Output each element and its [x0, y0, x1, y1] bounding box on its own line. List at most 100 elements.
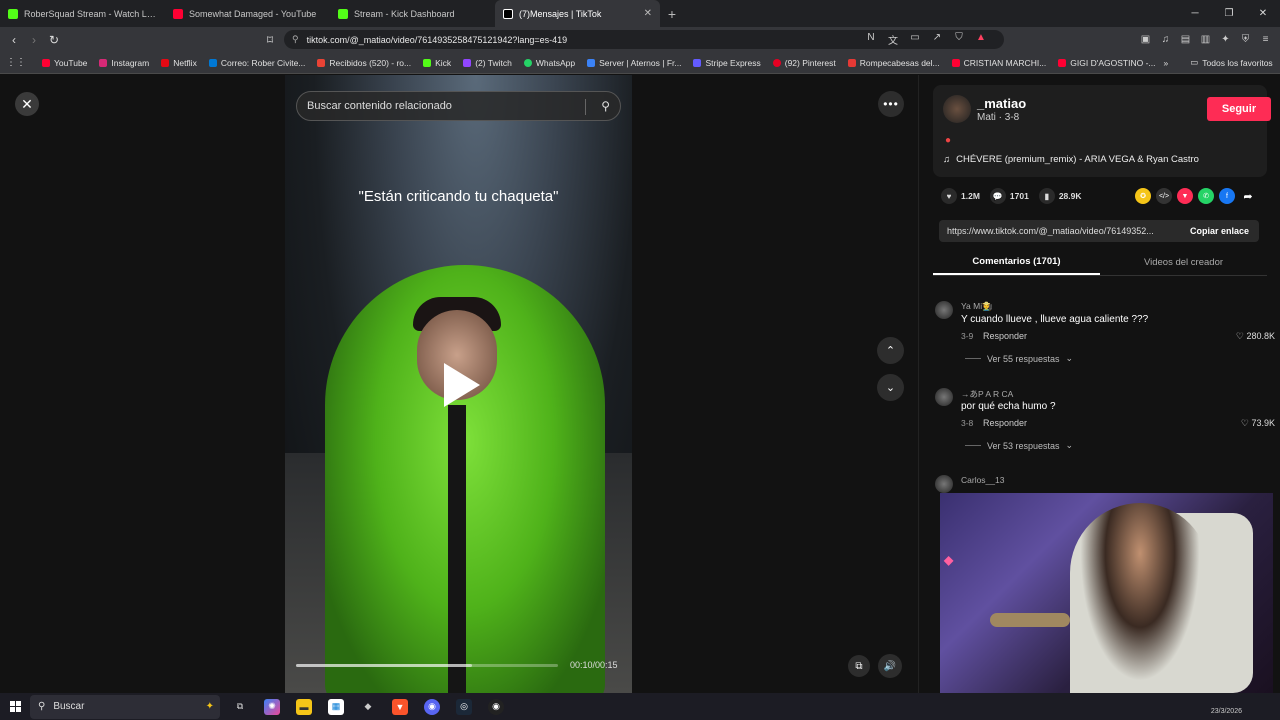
likes-count: 1.2M: [961, 191, 980, 201]
new-tab-button[interactable]: +: [660, 0, 684, 27]
share-icon[interactable]: ↗: [930, 32, 944, 47]
file-explorer-icon[interactable]: ▬: [296, 698, 312, 715]
bookmark-item[interactable]: WhatsApp: [520, 58, 579, 68]
reply-button[interactable]: Responder: [983, 418, 1027, 428]
avatar[interactable]: [943, 95, 971, 123]
back-button[interactable]: ‹: [4, 33, 24, 47]
translate-icon[interactable]: 文: [886, 32, 900, 47]
minimize-button[interactable]: ─: [1178, 0, 1212, 27]
overflow-chevron-icon[interactable]: »: [1164, 58, 1169, 68]
bookmark-item[interactable]: Netflix: [157, 58, 201, 68]
music-note-icon: ♫: [943, 154, 951, 165]
tab-creator-videos[interactable]: Videos del creador: [1100, 250, 1267, 275]
like-stat[interactable]: ♥ 1.2M: [941, 188, 980, 204]
store-icon[interactable]: ▦: [328, 698, 344, 715]
bookmark-item[interactable]: YouTube: [38, 58, 91, 68]
task-view-icon[interactable]: ⧉: [232, 699, 248, 715]
embed-icon[interactable]: </>: [1156, 188, 1172, 204]
close-window-button[interactable]: ✕: [1246, 0, 1280, 27]
bookmark-icon[interactable]: ⌑: [260, 33, 280, 47]
comment-date: 3-8: [961, 418, 974, 428]
browser-tab[interactable]: Stream - Kick Dashboard: [330, 0, 495, 27]
bookmark-item[interactable]: (92) Pinterest: [769, 58, 840, 68]
repost-icon[interactable]: ▼: [1177, 188, 1193, 204]
bookmark-label: CRISTIAN MARCHI...: [963, 57, 1047, 68]
bookmark-item[interactable]: (2) Twitch: [459, 58, 516, 68]
video-link[interactable]: https://www.tiktok.com/@_matiao/video/76…: [939, 226, 1169, 236]
bookmark-item[interactable]: Stripe Express: [689, 58, 764, 68]
comment-likes[interactable]: ♡ 73.9K: [1241, 418, 1275, 429]
browser-tab[interactable]: RoberSquad Stream - Watch Live: [0, 0, 165, 27]
all-favorites[interactable]: » ▭ Todos los favoritos: [1164, 57, 1280, 68]
browser-tab-active[interactable]: (7)Mensajes | TikTok ✕: [495, 0, 660, 27]
site-info-icon[interactable]: ⚲: [292, 34, 299, 45]
reload-button[interactable]: ↻: [44, 33, 64, 47]
picture-in-picture-button[interactable]: ⧉: [848, 655, 870, 677]
rewards-icon[interactable]: ▲: [974, 32, 988, 47]
avatar[interactable]: [935, 388, 953, 406]
copilot-icon[interactable]: ✺: [264, 698, 280, 715]
obs-icon[interactable]: ◉: [488, 698, 504, 715]
brave-browser-icon[interactable]: ▼: [392, 698, 408, 715]
apps-grid-icon[interactable]: ⋮⋮: [6, 57, 26, 68]
reply-button[interactable]: Responder: [983, 331, 1027, 341]
comment-stat[interactable]: 💬 1701: [989, 188, 1029, 204]
wallet-icon[interactable]: ▥: [1199, 34, 1212, 45]
tab-comments[interactable]: Comentarios (1701): [933, 250, 1100, 275]
close-tab-icon[interactable]: ✕: [644, 8, 652, 19]
bookmark-item[interactable]: Instagram: [95, 58, 153, 68]
bookmark-item[interactable]: Rompecabesas del...: [844, 58, 944, 68]
discord-icon[interactable]: ◉: [424, 698, 440, 715]
copy-link-button[interactable]: Copiar enlace: [1190, 226, 1259, 236]
taskbar-search[interactable]: ⚲ Buscar ✦: [30, 694, 220, 719]
previous-video-button[interactable]: ⌃: [877, 337, 904, 364]
bookmark-item[interactable]: CRISTIAN MARCHI...: [948, 58, 1051, 68]
bookmark-item[interactable]: GIGI D'AGOSTINO -...: [1054, 58, 1159, 68]
extensions-icon[interactable]: ✦: [1219, 34, 1232, 45]
comment-username[interactable]: Carlos__13: [961, 475, 1004, 485]
bookmark-item[interactable]: Recibidos (520) - ro...: [313, 58, 415, 68]
avatar[interactable]: [935, 301, 953, 319]
save-stat[interactable]: ▮ 28.9K: [1038, 188, 1082, 204]
bookmark-item[interactable]: Correo: Rober Civite...: [205, 58, 310, 68]
more-options-button[interactable]: •••: [878, 91, 904, 117]
start-button[interactable]: [0, 701, 30, 712]
app-icon[interactable]: ◆: [360, 699, 376, 715]
forward-button[interactable]: ›: [24, 33, 44, 47]
follow-button[interactable]: Seguir: [1207, 97, 1271, 121]
sidebar-icon[interactable]: ▣: [1139, 34, 1152, 45]
view-replies[interactable]: Ver 55 respuestas ⌄: [965, 353, 1073, 364]
view-replies[interactable]: Ver 53 respuestas ⌄: [965, 440, 1073, 451]
restore-button[interactable]: ❐: [1212, 0, 1246, 27]
comment-username[interactable]: Ya Mi🧑‍🌾: [961, 301, 993, 312]
related-search-input[interactable]: Buscar contenido relacionado ⚲: [296, 91, 621, 121]
whatsapp-icon[interactable]: ✆: [1198, 188, 1214, 204]
browser-tab[interactable]: Somewhat Damaged - YouTube: [165, 0, 330, 27]
cast-icon[interactable]: ▭: [908, 32, 922, 47]
shield-icon[interactable]: ⛉: [952, 32, 966, 47]
comment-likes[interactable]: ♡ 280.8K: [1236, 331, 1275, 342]
close-video-button[interactable]: ✕: [15, 92, 39, 116]
video-progress-bar[interactable]: [296, 664, 558, 667]
facebook-icon[interactable]: f: [1219, 188, 1235, 204]
translate-off-icon[interactable]: N: [864, 32, 878, 47]
comment-username[interactable]: →あP A R CA: [961, 388, 1013, 400]
music-row[interactable]: ♫ CHÉVERE (premium_remix) - ARIA VEGA & …: [943, 154, 1199, 165]
search-icon[interactable]: ⚲: [601, 99, 610, 113]
play-icon[interactable]: [444, 363, 480, 407]
chevron-down-icon: ⌄: [1065, 440, 1074, 450]
bookmark-item[interactable]: Server | Aternos | Fr...: [583, 58, 685, 68]
avatar[interactable]: [935, 475, 953, 493]
webcam-microphone: [990, 613, 1070, 627]
music-icon[interactable]: ♫: [1159, 34, 1172, 45]
next-video-button[interactable]: ⌄: [877, 374, 904, 401]
bookmark-item[interactable]: Kick: [419, 58, 455, 68]
steam-icon[interactable]: ◎: [456, 698, 472, 715]
share-arrow-icon[interactable]: ➦: [1240, 188, 1256, 204]
reader-icon[interactable]: ▤: [1179, 34, 1192, 45]
menu-icon[interactable]: ≡: [1259, 34, 1272, 45]
volume-button[interactable]: 🔊: [878, 654, 902, 678]
vpn-icon[interactable]: ⛨: [1239, 34, 1252, 45]
gift-icon[interactable]: ✪: [1135, 188, 1151, 204]
creator-username[interactable]: _matiao: [977, 96, 1026, 111]
